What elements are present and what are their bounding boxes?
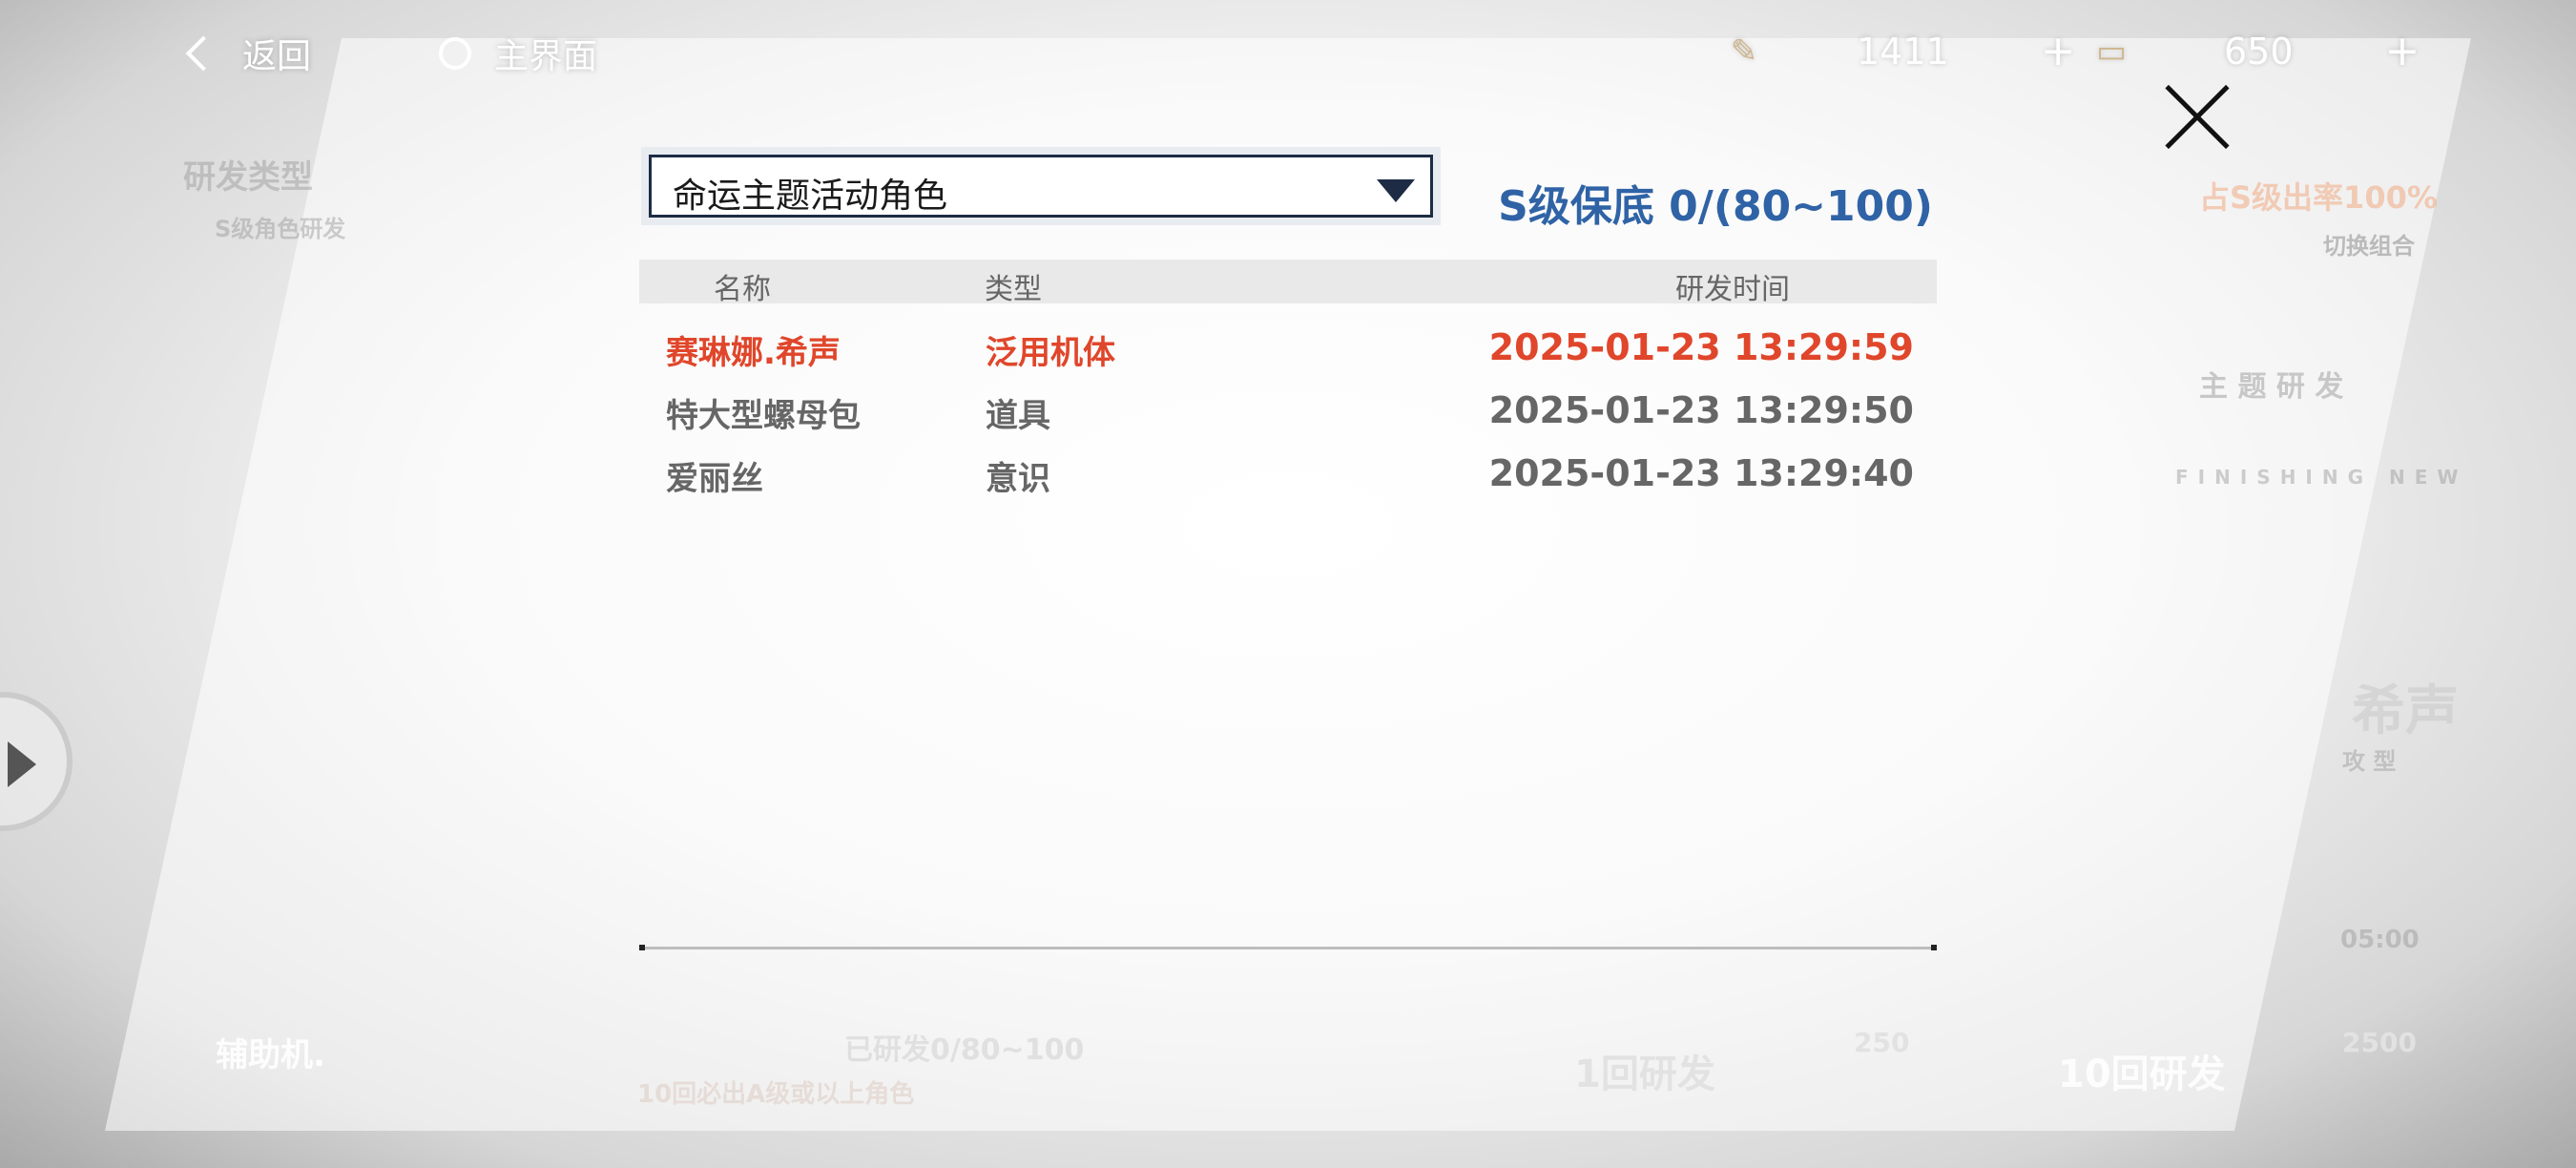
- banner-filter-value: 命运主题活动角色: [673, 177, 948, 216]
- pen-icon: ✎: [1730, 31, 1758, 71]
- row-time: 2025-01-23 13:29:40: [1488, 452, 1914, 494]
- bg-pity-progress: 已研发0/80~100: [844, 1033, 1085, 1067]
- bg-rate-text: 占S级出率100%: [2199, 179, 2438, 216]
- triangle-down-icon: [1377, 179, 1415, 202]
- row-type: 意识: [986, 460, 1050, 498]
- bg-draw10-cost: 2500: [2342, 1027, 2417, 1058]
- row-name: 爱丽丝: [666, 460, 763, 498]
- home-button[interactable]: 主界面: [439, 29, 597, 78]
- back-label: 返回: [242, 37, 312, 76]
- resource-ticket-add-button[interactable]: +: [2385, 27, 2420, 75]
- resource-ticket: ▭ 650 +: [2085, 27, 2420, 75]
- resource-pen: ✎ 1411 +: [1717, 27, 2076, 75]
- table-row: 爱丽丝 意识 2025-01-23 13:29:40: [639, 445, 1937, 502]
- row-name: 特大型螺母包: [666, 397, 861, 435]
- circle-icon: [439, 37, 471, 70]
- row-time: 2025-01-23 13:29:59: [1488, 326, 1914, 368]
- home-label: 主界面: [494, 37, 598, 76]
- back-button[interactable]: 返回: [181, 29, 311, 78]
- row-name: 赛琳娜.希声: [666, 334, 841, 372]
- bg-time-label: 05:00: [2340, 926, 2420, 954]
- bg-guarantee-text: 10回必出A级或以上角色: [637, 1080, 915, 1109]
- bg-character-type: 攻 型: [2342, 748, 2397, 775]
- bg-assist-label: 辅助机.: [216, 1036, 325, 1074]
- bg-draw10-button: 10回研发: [2058, 1053, 2226, 1096]
- side-play-icon: [0, 692, 73, 831]
- bg-switch-button: 切换组合: [2323, 233, 2415, 260]
- row-type: 泛用机体: [986, 334, 1115, 372]
- bg-category-title: 研发类型: [183, 158, 313, 197]
- chevron-left-icon: [185, 35, 221, 72]
- resource-ticket-value: 650: [2224, 30, 2294, 73]
- resource-pen-value: 1411: [1857, 30, 1949, 73]
- banner-filter-dropdown[interactable]: 命运主题活动角色: [641, 147, 1441, 225]
- column-header-name: 名称: [714, 273, 771, 306]
- resource-pen-add-button[interactable]: +: [2041, 27, 2076, 75]
- bg-draw1-button: 1回研发: [1574, 1053, 1715, 1096]
- row-type: 道具: [986, 397, 1050, 435]
- table-row: 赛琳娜.希声 泛用机体 2025-01-23 13:29:59: [639, 319, 1937, 376]
- close-icon[interactable]: [2162, 82, 2233, 153]
- column-header-type: 类型: [985, 273, 1042, 306]
- pity-counter: S级保底 0/(80~100): [1498, 182, 1933, 231]
- bg-draw1-cost: 250: [1854, 1027, 1910, 1058]
- bg-theme-label: 主 题 研 发: [2199, 370, 2344, 404]
- table-header: 名称 类型 研发时间: [639, 260, 1937, 306]
- bg-finishing-text: FINISHING NEW: [2175, 466, 2468, 489]
- column-header-time: 研发时间: [1675, 273, 1790, 306]
- bg-category-sub: S级角色研发: [215, 216, 346, 242]
- table-row: 特大型螺母包 道具 2025-01-23 13:29:50: [639, 382, 1937, 439]
- table-bottom-divider: [639, 945, 1937, 950]
- row-time: 2025-01-23 13:29:50: [1488, 389, 1914, 431]
- bg-character-name: 希声: [2352, 680, 2459, 742]
- history-panel: 命运主题活动角色 S级保底 0/(80~100) 名称 类型 研发时间 赛琳娜.…: [639, 143, 1937, 954]
- ticket-icon: ▭: [2095, 31, 2128, 71]
